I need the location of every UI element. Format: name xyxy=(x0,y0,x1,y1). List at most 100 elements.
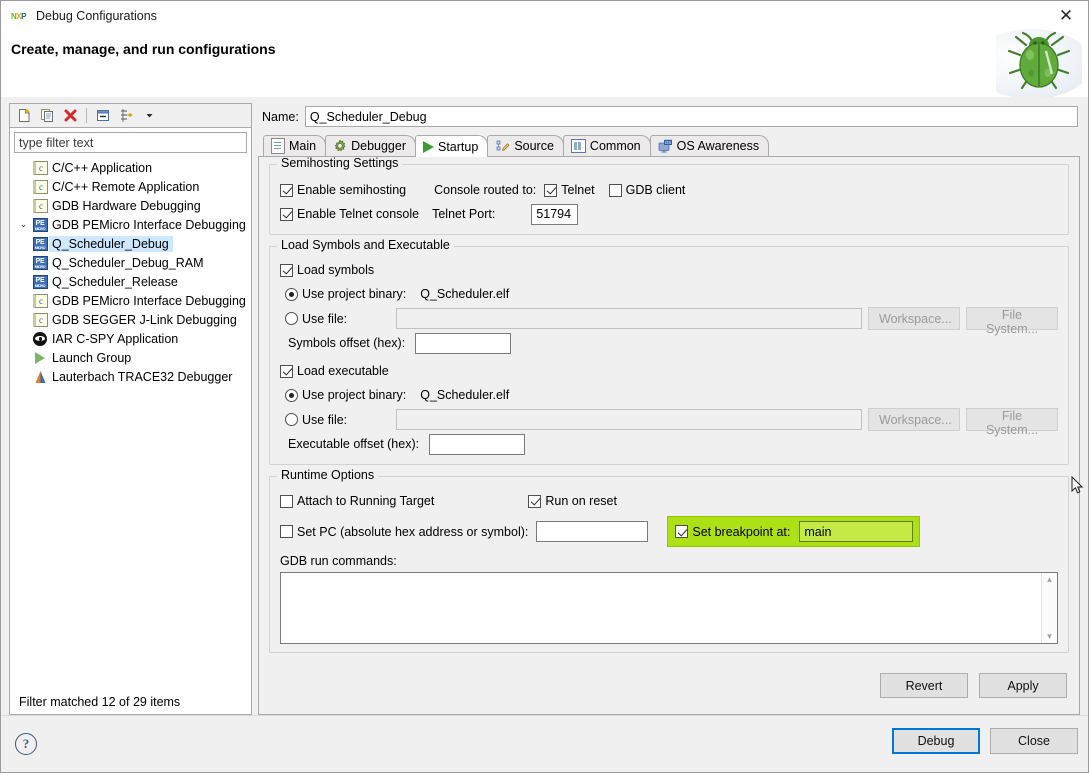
view-menu-chevron-down-icon[interactable] xyxy=(139,106,159,126)
new-launch-configuration-icon[interactable] xyxy=(14,106,34,126)
symbols-project-binary-row: Use project binary: Q_Scheduler.elf xyxy=(280,283,1058,305)
symbols-use-file-label: Use file: xyxy=(302,312,347,326)
tree-expander-open-icon[interactable]: ⌄ xyxy=(16,219,31,230)
tab-source[interactable]: Source xyxy=(487,135,564,156)
tree-item-label: GDB PEMicro Interface Debugging xyxy=(49,294,246,308)
exec-use-project-binary-radio[interactable] xyxy=(285,389,298,402)
tab-main[interactable]: Main xyxy=(263,135,326,156)
tab-startup[interactable]: Startup xyxy=(415,135,488,157)
gdb-run-commands-field[interactable]: ▴ ▾ xyxy=(280,572,1058,644)
exec-use-project-binary-label: Use project binary: xyxy=(302,388,406,402)
symbols-filesystem-button[interactable]: File System... xyxy=(966,307,1058,330)
configurations-toolbar xyxy=(9,103,252,127)
duplicate-icon[interactable] xyxy=(37,106,57,126)
symbols-use-file-input[interactable] xyxy=(396,308,862,329)
semihosting-settings-title: Semihosting Settings xyxy=(277,156,402,170)
filter-input[interactable] xyxy=(14,132,247,153)
console-routed-to-label: Console routed to: xyxy=(434,183,536,197)
configuration-name-input[interactable] xyxy=(305,106,1078,127)
tab-strip: Main Debugger Startup Source xyxy=(258,134,1080,157)
set-breakpoint-checkbox[interactable] xyxy=(675,525,688,538)
tree-item-gdb-segger-jlink-debugging[interactable]: c GDB SEGGER J-Link Debugging xyxy=(10,310,251,329)
telnet-port-input[interactable] xyxy=(531,204,578,225)
common-panel-icon xyxy=(571,139,586,153)
symbols-use-project-binary-label: Use project binary: xyxy=(302,287,406,301)
exec-use-file-input[interactable] xyxy=(396,409,862,430)
delete-icon[interactable] xyxy=(60,106,80,126)
exec-project-binary-value: Q_Scheduler.elf xyxy=(420,388,509,402)
tree-item-q-scheduler-debug[interactable]: PEMICRO Q_Scheduler_Debug xyxy=(10,234,251,253)
load-symbols-checkbox[interactable] xyxy=(280,264,293,277)
tree-item-lauterbach-trace32-debugger[interactable]: Lauterbach TRACE32 Debugger xyxy=(10,367,251,386)
title-bar: NXP Debug Configurations ✕ xyxy=(1,1,1088,31)
debug-configurations-dialog: NXP Debug Configurations ✕ Create, manag… xyxy=(0,0,1089,773)
exec-filesystem-button[interactable]: File System... xyxy=(966,408,1058,431)
pemicro-icon: PEMICRO xyxy=(31,256,49,270)
exec-use-file-label: Use file: xyxy=(302,413,347,427)
set-pc-input[interactable] xyxy=(536,521,648,542)
enable-semihosting-label: Enable semihosting xyxy=(297,183,406,197)
tab-common[interactable]: Common xyxy=(563,135,651,156)
set-breakpoint-input[interactable] xyxy=(799,521,913,542)
gdb-run-commands-scrollbar[interactable]: ▴ ▾ xyxy=(1041,573,1057,643)
exec-offset-input[interactable] xyxy=(429,434,525,455)
document-icon xyxy=(271,138,285,154)
tree-item-launch-group[interactable]: Launch Group xyxy=(10,348,251,367)
apply-button[interactable]: Apply xyxy=(979,673,1067,698)
runtime-row-2: Set PC (absolute hex address or symbol):… xyxy=(280,516,1058,547)
semihosting-row-2: Enable Telnet console Telnet Port: xyxy=(280,203,1058,225)
debug-button[interactable]: Debug xyxy=(892,728,980,754)
tree-item-q-scheduler-debug-ram[interactable]: PEMICRO Q_Scheduler_Debug_RAM xyxy=(10,253,251,272)
tree-item-iar-c-spy-application[interactable]: IAR C-SPY Application xyxy=(10,329,251,348)
launch-group-icon xyxy=(31,352,49,364)
gdb-client-checkbox[interactable] xyxy=(609,184,622,197)
set-pc-checkbox[interactable] xyxy=(280,525,293,538)
symbols-use-file-radio[interactable] xyxy=(285,312,298,325)
run-on-reset-checkbox[interactable] xyxy=(528,495,541,508)
tree-item-label: GDB PEMicro Interface Debugging xyxy=(49,218,246,232)
telnet-checkbox[interactable] xyxy=(544,184,557,197)
close-button[interactable]: Close xyxy=(990,728,1078,754)
symbols-offset-input[interactable] xyxy=(415,333,511,354)
exec-offset-label: Executable offset (hex): xyxy=(288,437,419,451)
tree-item-gdb-pemicro-interface-debugging[interactable]: ⌄ PEMICRO GDB PEMicro Interface Debuggin… xyxy=(10,215,251,234)
tab-debugger[interactable]: Debugger xyxy=(325,135,416,156)
gdb-run-commands-textarea[interactable] xyxy=(281,573,1041,643)
exec-project-binary-row: Use project binary: Q_Scheduler.elf xyxy=(280,384,1058,406)
play-icon xyxy=(423,141,434,153)
tree-item-label: GDB Hardware Debugging xyxy=(49,199,201,213)
collapse-all-icon[interactable] xyxy=(93,106,113,126)
scroll-down-arrow-icon[interactable]: ▾ xyxy=(1047,632,1052,641)
scroll-up-arrow-icon[interactable]: ▴ xyxy=(1047,575,1052,584)
symbols-use-project-binary-radio[interactable] xyxy=(285,288,298,301)
tree-item-gdb-pemicro-interface-debugging-2[interactable]: c GDB PEMicro Interface Debugging xyxy=(10,291,251,310)
telnet-label: Telnet xyxy=(561,183,594,197)
attach-to-running-target-checkbox[interactable] xyxy=(280,495,293,508)
configurations-tree[interactable]: c C/C++ Application c C/C++ Remote Appli… xyxy=(10,155,251,695)
tree-item-c-cpp-application[interactable]: c C/C++ Application xyxy=(10,158,251,177)
tab-label: Source xyxy=(514,139,554,153)
symbols-workspace-button[interactable]: Workspace... xyxy=(868,307,960,330)
exec-offset-row: Executable offset (hex): xyxy=(280,433,1058,455)
c-app-icon: c xyxy=(31,161,49,175)
enable-semihosting-checkbox[interactable] xyxy=(280,184,293,197)
mouse-cursor xyxy=(1071,476,1085,496)
footer-actions: Debug Close xyxy=(892,728,1078,754)
iar-icon xyxy=(31,332,49,346)
tab-os-awareness[interactable]: OS OS Awareness xyxy=(650,135,769,156)
tree-item-gdb-hardware-debugging[interactable]: c GDB Hardware Debugging xyxy=(10,196,251,215)
exec-use-file-radio[interactable] xyxy=(285,413,298,426)
tree-item-label: Lauterbach TRACE32 Debugger xyxy=(49,370,232,384)
tree-item-label: Launch Group xyxy=(49,351,131,365)
enable-telnet-console-label: Enable Telnet console xyxy=(297,207,419,221)
help-icon[interactable]: ? xyxy=(15,733,37,755)
tree-item-c-cpp-remote-application[interactable]: c C/C++ Remote Application xyxy=(10,177,251,196)
filter-launch-configurations-icon[interactable] xyxy=(116,106,136,126)
tree-item-q-scheduler-release[interactable]: PEMICRO Q_Scheduler_Release xyxy=(10,272,251,291)
enable-telnet-console-checkbox[interactable] xyxy=(280,208,293,221)
set-pc-label: Set PC (absolute hex address or symbol): xyxy=(297,525,528,539)
load-executable-checkbox[interactable] xyxy=(280,365,293,378)
revert-button[interactable]: Revert xyxy=(880,673,968,698)
exec-workspace-button[interactable]: Workspace... xyxy=(868,408,960,431)
tree-item-label: Q_Scheduler_Release xyxy=(49,275,178,289)
